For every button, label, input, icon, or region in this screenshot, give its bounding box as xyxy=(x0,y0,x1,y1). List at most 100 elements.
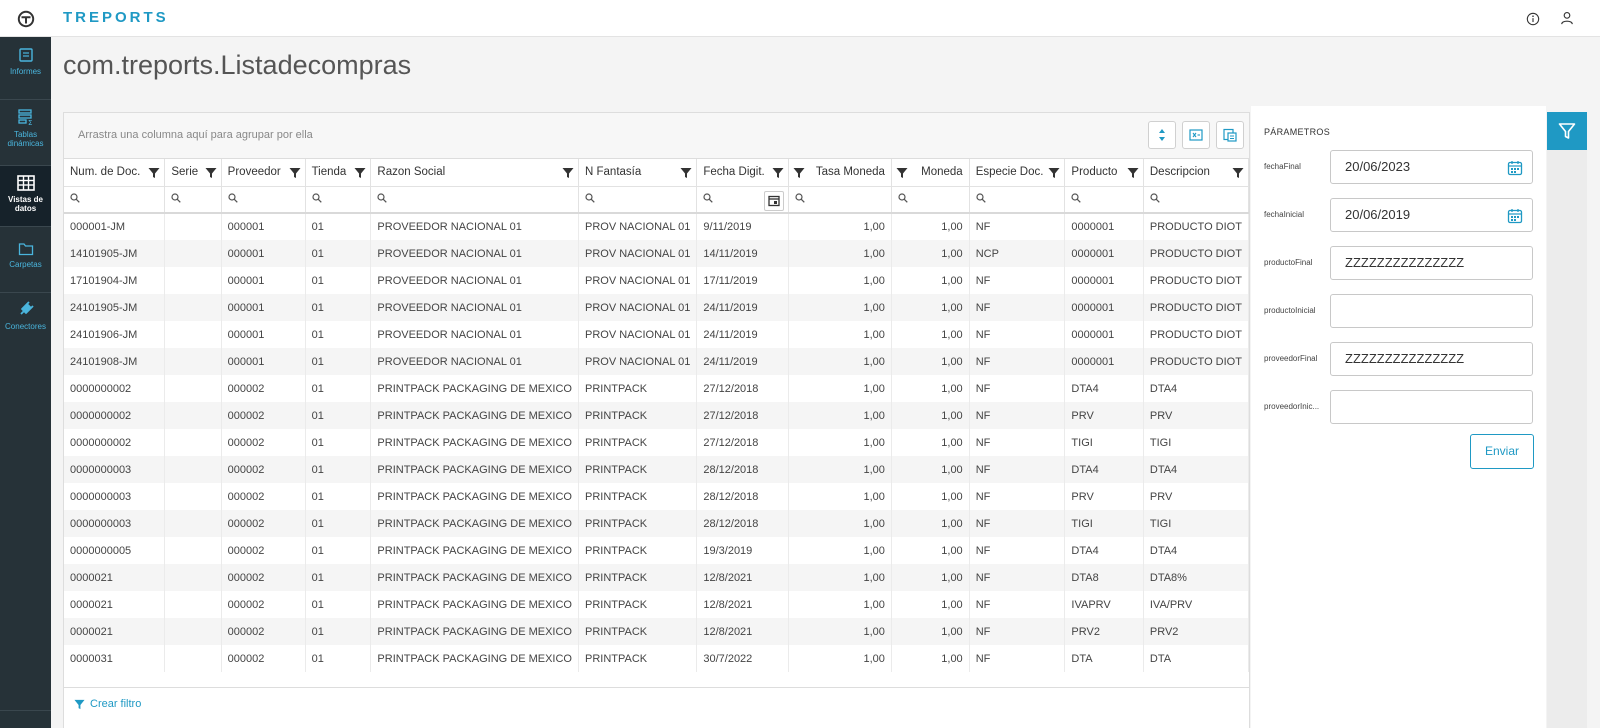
table-cell: NF xyxy=(969,213,1066,240)
filter-icon[interactable] xyxy=(680,167,692,179)
sidebar-item-carpetas[interactable]: Carpetas xyxy=(0,242,51,288)
column-search-input[interactable] xyxy=(370,186,579,214)
table-cell: PRINTPACK PACKAGING DE MEXICO xyxy=(370,618,579,645)
column-header[interactable]: Tasa Moneda xyxy=(788,159,892,187)
column-search-input[interactable] xyxy=(64,186,166,214)
table-row[interactable]: 0000000002 000002 01 PRINTPACK PACKAGING DE… xyxy=(64,402,1249,429)
param-label: proveedorFinal xyxy=(1264,354,1318,363)
filter-icon[interactable] xyxy=(772,167,784,179)
column-search-input[interactable] xyxy=(696,186,789,214)
parameters-title: PÁRAMETROS xyxy=(1264,127,1331,137)
table-row[interactable]: 24101905-JM 000001 01 PROVEEDOR NACIONAL 01… xyxy=(64,294,1249,321)
filter-icon[interactable] xyxy=(562,167,574,179)
table-cell: NF xyxy=(969,618,1066,645)
column-header[interactable]: Fecha Digit. xyxy=(696,159,789,187)
column-header[interactable]: Descripcion xyxy=(1143,159,1249,187)
column-header-label: Serie xyxy=(171,166,199,179)
table-row[interactable]: 24101906-JM 000001 01 PROVEEDOR NACIONAL 01… xyxy=(64,321,1249,348)
table-row[interactable]: 14101905-JM 000001 01 PROVEEDOR NACIONAL 01… xyxy=(64,240,1249,267)
column-search-input[interactable] xyxy=(788,186,892,214)
filter-icon[interactable] xyxy=(289,167,301,179)
table-row[interactable]: 0000021 000002 01 PRINTPACK PACKAGING DE ME… xyxy=(64,618,1249,645)
column-search-input[interactable] xyxy=(1143,186,1249,214)
table-cell: 01 xyxy=(305,348,372,375)
param-value: ZZZZZZZZZZZZZZZ xyxy=(1345,351,1465,366)
table-cell: PRV xyxy=(1143,483,1249,510)
calendar-icon[interactable] xyxy=(1507,208,1523,224)
toggle-filters-button[interactable] xyxy=(1547,112,1587,150)
sidebar-item-informes[interactable]: Informes xyxy=(0,47,51,99)
date-picker-button[interactable] xyxy=(763,190,784,211)
info-icon[interactable] xyxy=(1526,12,1540,26)
column-search-input[interactable] xyxy=(1064,186,1144,214)
column-search-input[interactable] xyxy=(221,186,306,214)
table-cell: 000002 xyxy=(221,402,306,429)
filter-icon[interactable] xyxy=(1127,167,1139,179)
search-icon xyxy=(1150,193,1160,203)
fecha-final-input[interactable]: 20/06/2023 xyxy=(1330,150,1533,184)
group-panel[interactable]: Arrastra una columna aquí para agrupar p… xyxy=(64,113,1249,159)
column-header[interactable]: N Fantasía xyxy=(578,159,698,187)
column-header[interactable]: Num. de Doc. xyxy=(64,159,166,187)
export-excel-button[interactable] xyxy=(1182,121,1210,149)
table-row[interactable]: 0000000002 000002 01 PRINTPACK PACKAGING DE… xyxy=(64,429,1249,456)
filter-icon[interactable] xyxy=(354,167,366,179)
submit-button[interactable]: Enviar xyxy=(1470,434,1534,469)
proveedor-inicial-input[interactable] xyxy=(1330,390,1533,424)
table-cell: 000001-JM xyxy=(64,213,166,240)
table-row[interactable]: 0000021 000002 01 PRINTPACK PACKAGING DE ME… xyxy=(64,564,1249,591)
column-search-input[interactable] xyxy=(891,186,970,214)
column-search-input[interactable] xyxy=(578,186,698,214)
sidebar-divider xyxy=(0,710,51,711)
column-header[interactable]: Producto xyxy=(1064,159,1144,187)
table-row[interactable]: 000001-JM 000001 01 PROVEEDOR NACIONAL 01 PR… xyxy=(64,213,1249,240)
column-search-input[interactable] xyxy=(969,186,1066,214)
column-header[interactable]: Tienda xyxy=(305,159,372,187)
filter-icon[interactable] xyxy=(1232,167,1244,179)
user-icon[interactable] xyxy=(1560,11,1574,25)
column-search-input[interactable] xyxy=(305,186,372,214)
table-row[interactable]: 0000031 000002 01 PRINTPACK PACKAGING DE ME… xyxy=(64,645,1249,672)
sidebar-item-vistas[interactable]: Vistas de datos xyxy=(0,166,51,226)
column-header[interactable]: Serie xyxy=(164,159,222,187)
column-header[interactable]: Especie Doc. xyxy=(969,159,1066,187)
column-chooser-button[interactable] xyxy=(1216,121,1244,149)
table-row[interactable]: 0000000003 000002 01 PRINTPACK PACKAGING DE… xyxy=(64,510,1249,537)
table-cell: 30/7/2022 xyxy=(696,645,789,672)
table-cell: 000001 xyxy=(221,348,306,375)
table-row[interactable]: 17101904-JM 000001 01 PROVEEDOR NACIONAL 01… xyxy=(64,267,1249,294)
create-filter-button[interactable]: Crear filtro xyxy=(74,698,141,710)
fecha-inicial-input[interactable]: 20/06/2019 xyxy=(1330,198,1533,232)
table-cell: 1,00 xyxy=(891,294,970,321)
table-row[interactable]: 0000000003 000002 01 PRINTPACK PACKAGING DE… xyxy=(64,483,1249,510)
table-row[interactable]: 0000000002 000002 01 PRINTPACK PACKAGING DE… xyxy=(64,375,1249,402)
table-row[interactable]: 0000021 000002 01 PRINTPACK PACKAGING DE ME… xyxy=(64,591,1249,618)
producto-inicial-input[interactable] xyxy=(1330,294,1533,328)
column-header[interactable]: Razon Social xyxy=(370,159,579,187)
filter-icon[interactable] xyxy=(1048,167,1060,179)
sidebar-divider xyxy=(0,99,51,100)
filter-icon[interactable] xyxy=(793,167,805,179)
grid-footer: Crear filtro xyxy=(64,687,1249,728)
column-search-input[interactable] xyxy=(164,186,222,214)
table-cell: PRINTPACK PACKAGING DE MEXICO xyxy=(370,591,579,618)
app-brand: TREPORTS xyxy=(63,9,169,26)
table-cell: IVAPRV xyxy=(1064,591,1144,618)
filter-icon[interactable] xyxy=(148,167,160,179)
filter-icon[interactable] xyxy=(205,167,217,179)
calendar-icon[interactable] xyxy=(1507,160,1523,176)
column-header-label: Num. de Doc. xyxy=(70,166,141,179)
expand-collapse-button[interactable] xyxy=(1148,121,1176,149)
column-header[interactable]: Proveedor xyxy=(221,159,306,187)
table-row[interactable]: 0000000003 000002 01 PRINTPACK PACKAGING DE… xyxy=(64,456,1249,483)
filter-icon[interactable] xyxy=(896,167,908,179)
producto-final-input[interactable]: ZZZZZZZZZZZZZZZ xyxy=(1330,246,1533,280)
sidebar-item-tablas[interactable]: Σ Tablas dinámicas xyxy=(0,108,51,166)
table-row[interactable]: 0000000005 000002 01 PRINTPACK PACKAGING DE… xyxy=(64,537,1249,564)
proveedor-final-input[interactable]: ZZZZZZZZZZZZZZZ xyxy=(1330,342,1533,376)
column-header[interactable]: Moneda xyxy=(891,159,970,187)
sidebar-item-conectores[interactable]: Conectores xyxy=(0,300,51,346)
table-cell: PRINTPACK PACKAGING DE MEXICO xyxy=(370,456,579,483)
table-row[interactable]: 24101908-JM 000001 01 PROVEEDOR NACIONAL 01… xyxy=(64,348,1249,375)
param-label: fechaInicial xyxy=(1264,210,1305,219)
